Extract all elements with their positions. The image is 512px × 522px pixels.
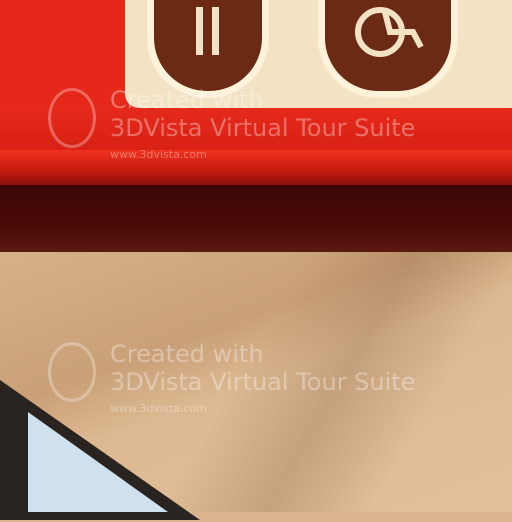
watermark-line2: 3DVista Virtual Tour Suite: [110, 114, 416, 142]
watermark-line1: Created with: [110, 86, 264, 114]
wheelchair-icon: [318, 0, 458, 98]
toilet-icon: [147, 0, 269, 98]
watermark: Created with 3DVista Virtual Tour Suite …: [48, 340, 508, 420]
watermark-url: www.3dvista.com: [110, 402, 207, 415]
watermark-line2: 3DVista Virtual Tour Suite: [110, 368, 416, 396]
watermark-line1: Created with: [110, 340, 264, 368]
3dvista-logo-icon: [48, 342, 96, 402]
dark-beam: [0, 185, 512, 252]
3dvista-logo-icon: [48, 88, 96, 148]
watermark: Created with 3DVista Virtual Tour Suite …: [48, 86, 508, 166]
watermark-url: www.3dvista.com: [110, 148, 207, 161]
